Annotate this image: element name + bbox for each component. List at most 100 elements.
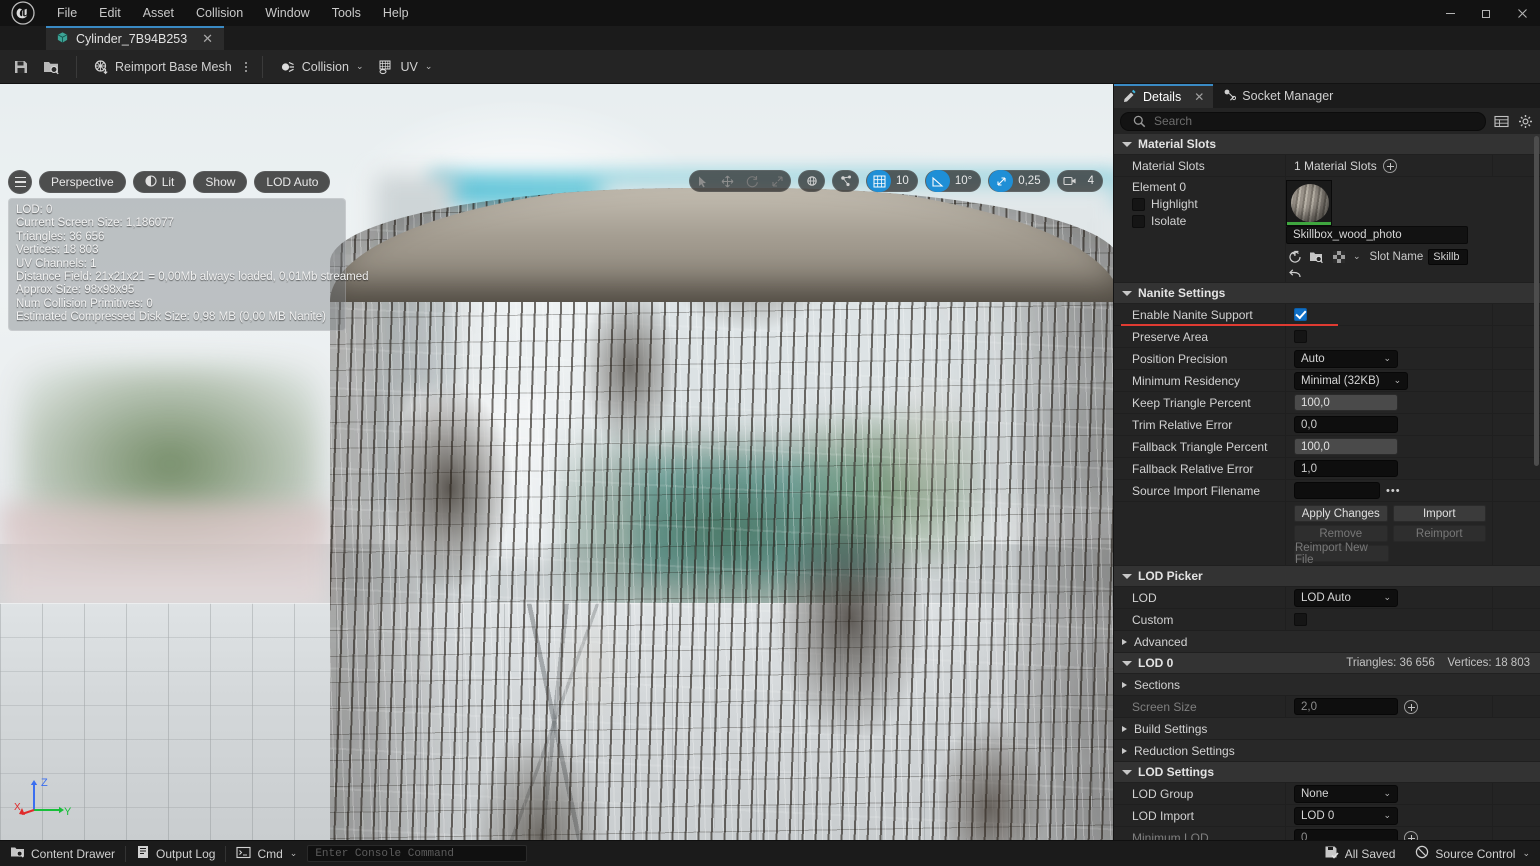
chevron-down-icon-cmd[interactable]: ⌄ xyxy=(290,848,298,859)
add-material-slot-icon[interactable] xyxy=(1382,158,1397,173)
material-dropdown-chevron-icon[interactable]: ⌄ xyxy=(1353,251,1361,262)
fallback-triangle-percent-input[interactable]: 100,0 xyxy=(1294,438,1398,455)
camera-speed-control[interactable]: 4 xyxy=(1056,170,1103,192)
row-advanced[interactable]: Advanced xyxy=(1114,631,1540,653)
asset-tab-close-icon[interactable]: ✕ xyxy=(199,31,216,47)
all-saved-button[interactable]: All Saved xyxy=(1314,841,1406,866)
scale-snap-control[interactable]: 0,25 xyxy=(988,170,1050,192)
maximize-button[interactable] xyxy=(1468,0,1504,26)
expander-open-icon-nanite[interactable] xyxy=(1122,290,1132,296)
minimum-residency-dropdown[interactable]: Minimal (32KB) ⌄ xyxy=(1294,371,1409,390)
scale-snap-icon[interactable] xyxy=(989,170,1014,192)
reset-to-default-icon[interactable] xyxy=(1286,265,1303,282)
close-window-button[interactable] xyxy=(1504,0,1540,26)
enable-nanite-checkbox[interactable] xyxy=(1294,308,1307,321)
tab-details-close-icon[interactable]: ✕ xyxy=(1194,90,1204,104)
use-selected-asset-icon[interactable] xyxy=(1330,248,1347,265)
tab-details[interactable]: Details ✕ xyxy=(1114,84,1214,108)
rotate-tool-icon[interactable] xyxy=(740,170,765,192)
save-button[interactable] xyxy=(6,54,36,80)
details-scrollbar[interactable] xyxy=(1534,134,1539,840)
category-lod-picker[interactable]: LOD Picker xyxy=(1114,566,1540,587)
menu-tools[interactable]: Tools xyxy=(321,0,372,26)
reimport-base-mesh-button[interactable]: Reimport Base Mesh xyxy=(86,54,239,80)
unreal-logo-icon[interactable] xyxy=(0,0,46,26)
trim-relative-error-input[interactable]: 0,0 xyxy=(1294,416,1398,433)
viewport-viewmode-button[interactable]: Lit xyxy=(132,171,187,193)
cmd-button[interactable]: Cmd ⌄ xyxy=(226,841,307,866)
isolate-row[interactable]: Isolate xyxy=(1132,214,1285,228)
expander-closed-icon-build[interactable] xyxy=(1122,725,1127,732)
lod-dropdown[interactable]: LOD Auto ⌄ xyxy=(1294,588,1398,607)
chevron-down-icon-sc[interactable]: ⌄ xyxy=(1522,848,1530,859)
category-material-slots[interactable]: Material Slots xyxy=(1114,134,1540,155)
menu-file[interactable]: File xyxy=(46,0,88,26)
row-build-settings[interactable]: Build Settings xyxy=(1114,718,1540,740)
lod-group-dropdown[interactable]: None ⌄ xyxy=(1294,784,1398,803)
lod-import-dropdown[interactable]: LOD 0 ⌄ xyxy=(1294,806,1398,825)
collision-menu-button[interactable]: Collision ⌄ xyxy=(272,54,371,80)
expander-open-icon-lodsettings[interactable] xyxy=(1122,769,1132,775)
surface-snap-icon[interactable] xyxy=(833,170,858,192)
console-command-input[interactable]: Enter Console Command xyxy=(307,845,528,862)
asset-tab-cylinder[interactable]: Cylinder_7B94B253 ✕ xyxy=(46,26,224,50)
browse-to-asset-icon[interactable] xyxy=(1286,248,1303,265)
screen-size-add-icon[interactable] xyxy=(1404,699,1418,714)
angle-snap-control[interactable]: 10° xyxy=(924,170,982,192)
row-sections[interactable]: Sections xyxy=(1114,674,1540,696)
keep-triangle-percent-input[interactable]: 100,0 xyxy=(1294,394,1398,411)
apply-changes-button[interactable]: Apply Changes xyxy=(1294,505,1388,522)
minimize-button[interactable] xyxy=(1432,0,1468,26)
search-input[interactable] xyxy=(1154,114,1476,128)
angle-snap-icon[interactable] xyxy=(925,170,950,192)
menu-asset[interactable]: Asset xyxy=(132,0,185,26)
material-asset-field[interactable]: Skillbox_wood_photo xyxy=(1286,226,1469,244)
find-in-content-browser-icon[interactable] xyxy=(1308,248,1325,265)
world-space-icon[interactable] xyxy=(799,170,824,192)
import-button[interactable]: Import xyxy=(1392,505,1486,522)
expander-closed-icon-sections[interactable] xyxy=(1122,681,1127,688)
source-import-filename-input[interactable] xyxy=(1294,482,1380,499)
viewport-lod-button[interactable]: LOD Auto xyxy=(254,171,331,193)
select-tool-icon[interactable] xyxy=(690,170,715,192)
category-lod-0[interactable]: LOD 0 Triangles: 36 656 Vertices: 18 803 xyxy=(1114,653,1540,674)
reimport-options-kebab-icon[interactable] xyxy=(239,61,253,72)
preserve-area-checkbox[interactable] xyxy=(1294,330,1307,343)
expander-closed-icon-advanced[interactable] xyxy=(1122,638,1127,645)
browse-asset-button[interactable] xyxy=(36,54,67,80)
menu-edit[interactable]: Edit xyxy=(88,0,132,26)
gear-icon[interactable] xyxy=(1516,112,1534,130)
grid-snap-control[interactable]: 10 xyxy=(866,170,918,192)
expander-open-icon-lodpicker[interactable] xyxy=(1122,573,1132,579)
highlight-checkbox[interactable] xyxy=(1132,197,1145,211)
menu-collision[interactable]: Collision xyxy=(185,0,254,26)
highlight-row[interactable]: Highlight xyxy=(1132,197,1285,211)
material-thumbnail[interactable] xyxy=(1286,180,1332,226)
fallback-relative-error-input[interactable]: 1,0 xyxy=(1294,460,1398,477)
camera-icon[interactable] xyxy=(1058,170,1083,192)
tab-socket-manager[interactable]: Socket Manager xyxy=(1213,84,1343,108)
screen-size-input[interactable]: 2,0 xyxy=(1294,698,1398,715)
bark-cylinder-mesh[interactable] xyxy=(330,188,1113,840)
source-control-button[interactable]: Source Control ⌄ xyxy=(1405,841,1540,866)
expander-open-icon[interactable] xyxy=(1122,141,1132,147)
output-log-button[interactable]: Output Log xyxy=(126,841,225,866)
search-input-wrapper[interactable] xyxy=(1120,111,1486,131)
details-scroll-area[interactable]: Material Slots Material Slots 1 Material… xyxy=(1114,134,1540,840)
custom-checkbox[interactable] xyxy=(1294,613,1307,626)
minimum-lod-add-icon[interactable] xyxy=(1404,830,1418,840)
isolate-checkbox[interactable] xyxy=(1132,214,1145,228)
category-lod-settings[interactable]: LOD Settings xyxy=(1114,762,1540,783)
minimum-lod-input[interactable]: 0 xyxy=(1294,829,1398,840)
scale-tool-icon[interactable] xyxy=(765,170,790,192)
row-reduction-settings[interactable]: Reduction Settings xyxy=(1114,740,1540,762)
details-scrollbar-thumb[interactable] xyxy=(1534,136,1539,466)
slot-name-field[interactable]: Skillb xyxy=(1428,248,1469,265)
expander-open-icon-lod0[interactable] xyxy=(1122,660,1132,666)
viewport-perspective-button[interactable]: Perspective xyxy=(39,171,126,193)
content-drawer-button[interactable]: Content Drawer xyxy=(0,841,125,866)
browse-file-ellipsis-button[interactable]: ••• xyxy=(1386,485,1401,497)
mesh-viewport[interactable]: Perspective Lit Show LOD Auto LOD: 0 Cur… xyxy=(0,84,1113,840)
column-settings-icon[interactable] xyxy=(1492,112,1510,130)
viewport-menu-icon[interactable] xyxy=(8,170,32,194)
